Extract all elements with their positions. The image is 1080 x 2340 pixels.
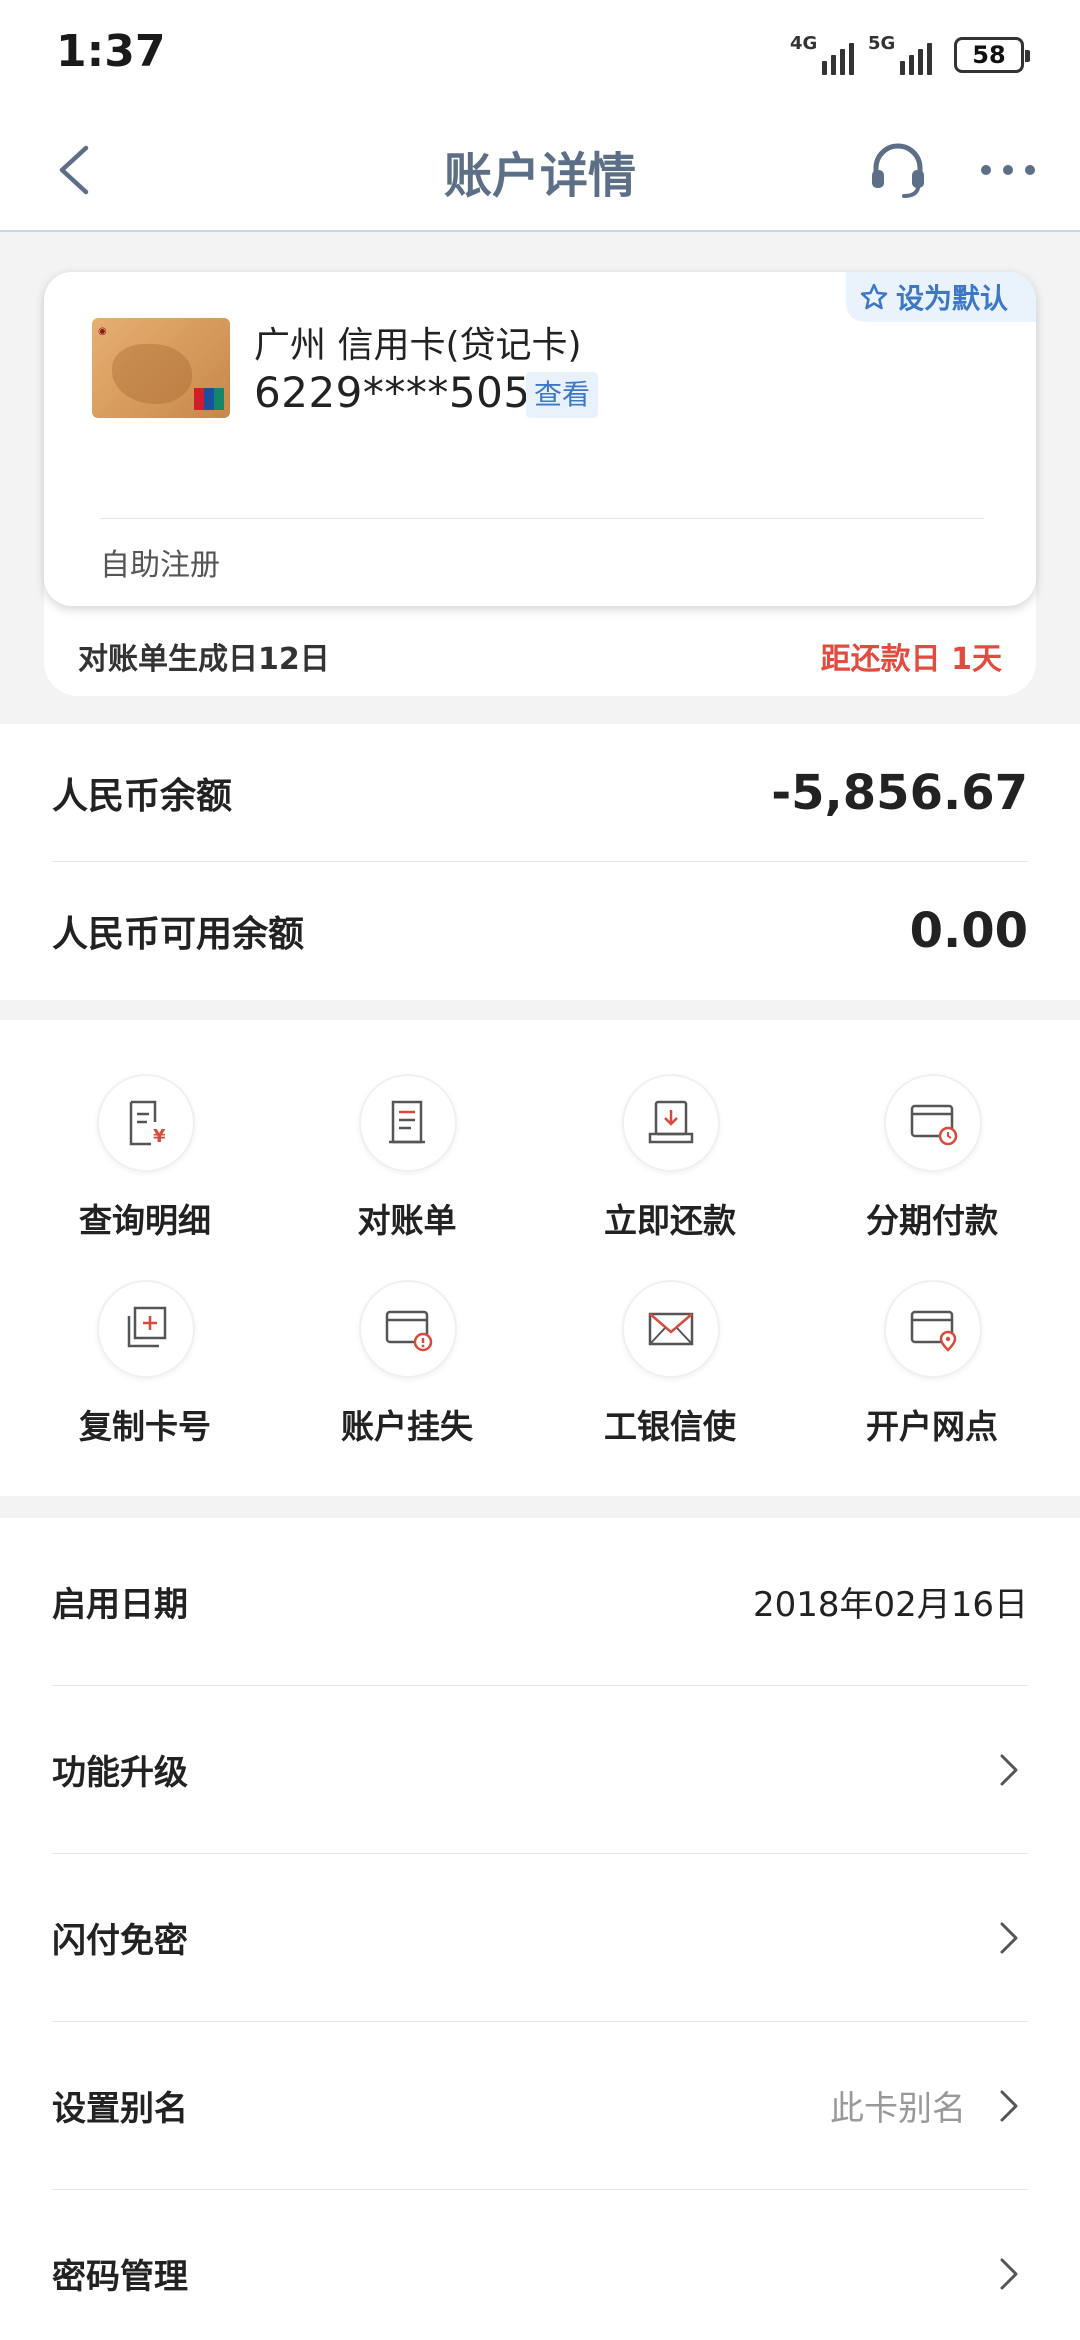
- query-detail-button[interactable]: ¥ 查询明细: [35, 1020, 255, 1240]
- activation-date-row: 启用日期 2018年02月16日: [52, 1518, 1028, 1686]
- settings-list: 启用日期 2018年02月16日 功能升级 闪付免密 设置别名 此卡别名 密码管…: [0, 1518, 1080, 2340]
- icbc-messenger-label: 工银信使: [604, 1407, 736, 1446]
- bank-logo-icon: ◉: [98, 326, 107, 337]
- divider: [100, 518, 984, 519]
- password-management-label: 密码管理: [52, 2257, 188, 2297]
- detail-query-icon: ¥: [129, 1100, 166, 1147]
- password-management-row[interactable]: 密码管理: [52, 2190, 1028, 2340]
- activation-date-value: 2018年02月16日: [752, 1585, 1028, 1625]
- rmb-balance-label: 人民币余额: [52, 775, 233, 817]
- set-default-label: 设为默认: [895, 282, 1008, 315]
- alias-hint: 此卡别名: [830, 2089, 966, 2129]
- chevron-right-icon: [1000, 1754, 1018, 1785]
- set-alias-label: 设置别名: [52, 2089, 188, 2129]
- battery-icon: 58: [954, 37, 1030, 73]
- app-header: 账户详情: [0, 108, 1080, 232]
- headset-icon: [872, 143, 924, 198]
- copy-card-number-button[interactable]: 复制卡号: [35, 1226, 255, 1446]
- chevron-right-icon: [1000, 2090, 1018, 2121]
- feature-upgrade-row[interactable]: 功能升级: [52, 1686, 1028, 1854]
- status-indicators: 4G 5G 58: [790, 30, 1030, 80]
- repayment-due-day: 距还款日 1天: [820, 642, 1002, 677]
- feature-upgrade-label: 功能升级: [52, 1753, 188, 1793]
- copy-card-icon: [127, 1306, 167, 1348]
- statement-button[interactable]: 对账单: [297, 1020, 517, 1240]
- activation-date-label: 启用日期: [52, 1585, 188, 1625]
- star-icon: [860, 283, 888, 310]
- installment-button[interactable]: 分期付款: [822, 1020, 1042, 1240]
- branch-location-button[interactable]: 开户网点: [822, 1226, 1042, 1446]
- customer-service-button[interactable]: [866, 138, 930, 202]
- balance-section: 人民币余额 -5,856.67 人民币可用余额 0.00: [0, 724, 1080, 1000]
- rmb-available-value: 0.00: [909, 903, 1028, 959]
- branch-location-label: 开户网点: [866, 1407, 998, 1446]
- repay-now-button[interactable]: 立即还款: [560, 1020, 780, 1240]
- self-register-label: 自助注册: [100, 548, 220, 583]
- signal-5g-icon: 5G: [868, 33, 932, 75]
- quickpass-no-password-row[interactable]: 闪付免密: [52, 1854, 1028, 2022]
- statement-icon: [389, 1100, 425, 1144]
- more-dots-icon: [981, 165, 1035, 175]
- bank-card-image: ◉: [92, 318, 230, 418]
- set-default-button[interactable]: 设为默认: [845, 272, 1036, 322]
- card-panel: 设为默认 ◉ 广州 信用卡(贷记卡) 6229****5055 查看 自助注册 …: [44, 272, 1036, 696]
- svg-text:¥: ¥: [153, 1126, 166, 1147]
- unionpay-icon: [194, 388, 224, 410]
- rmb-balance-row: 人民币余额 -5,856.67: [52, 724, 1028, 862]
- chevron-right-icon: [1000, 2258, 1018, 2289]
- chevron-right-icon: [1000, 1922, 1018, 1953]
- view-card-number-button[interactable]: 查看: [526, 372, 599, 418]
- rmb-balance-value: -5,856.67: [771, 764, 1028, 821]
- status-time: 1:37: [56, 26, 166, 77]
- branch-location-icon: [910, 1310, 957, 1352]
- icbc-messenger-button[interactable]: 工银信使: [560, 1226, 780, 1446]
- set-alias-row[interactable]: 设置别名 此卡别名: [52, 2022, 1028, 2190]
- quickpass-no-password-label: 闪付免密: [52, 1921, 188, 1961]
- card-name: 广州 信用卡(贷记卡): [254, 325, 582, 366]
- rmb-available-label: 人民币可用余额: [52, 914, 305, 955]
- status-bar: 1:37 4G 5G 58: [0, 0, 1080, 108]
- card-number: 6229****5055: [254, 368, 558, 417]
- statement-day: 对账单生成日12日: [78, 642, 330, 677]
- function-grid: ¥ 查询明细 对账单 立即还款 分期付款 复制卡号 账户挂失 工银信使 开户网点: [0, 1020, 1080, 1496]
- installment-icon: [910, 1104, 958, 1146]
- signal-4g-icon: 4G: [790, 33, 854, 75]
- copy-card-number-label: 复制卡号: [79, 1407, 211, 1446]
- report-loss-button[interactable]: 账户挂失: [297, 1226, 517, 1446]
- mail-icon: [648, 1312, 694, 1346]
- report-loss-icon: [385, 1310, 433, 1352]
- repay-icon: [648, 1100, 694, 1144]
- card-info[interactable]: 设为默认 ◉ 广州 信用卡(贷记卡) 6229****5055 查看 自助注册: [44, 272, 1036, 606]
- more-button[interactable]: [976, 148, 1040, 192]
- rmb-available-row: 人民币可用余额 0.00: [52, 862, 1028, 1000]
- report-loss-label: 账户挂失: [341, 1407, 473, 1446]
